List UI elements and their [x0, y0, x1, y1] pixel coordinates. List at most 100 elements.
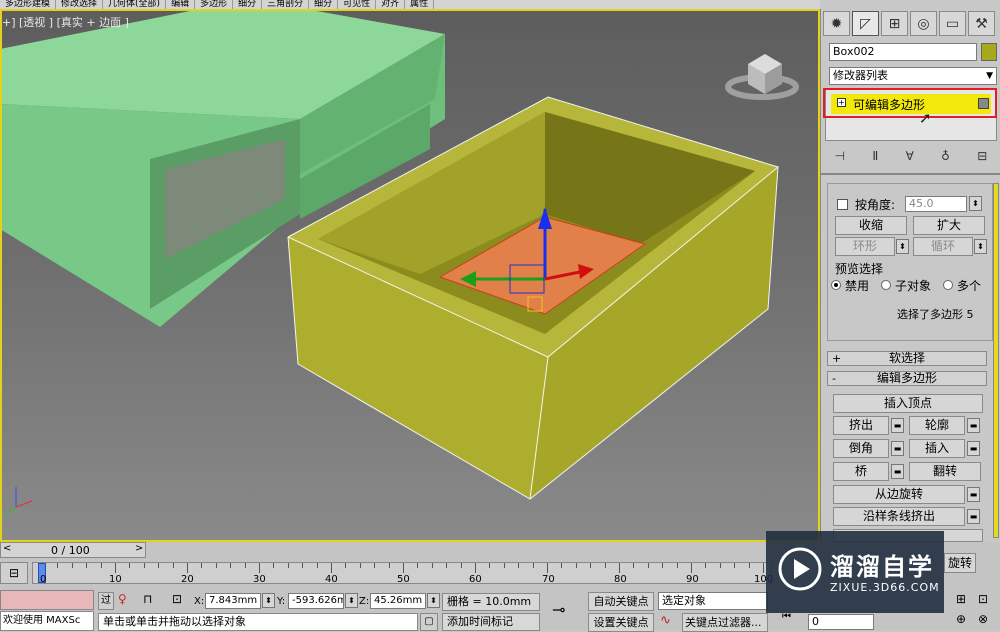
extrude-along-spline-button[interactable]: 沿样条线挤出 — [833, 507, 965, 526]
add-time-tag-button[interactable]: 添加时间标记 — [442, 613, 540, 631]
menu-item[interactable]: 多边形 — [195, 0, 234, 9]
ring-button[interactable]: 环形 — [835, 237, 895, 256]
object-name-field[interactable]: Box002 — [829, 43, 977, 61]
menu-item[interactable]: 对齐 — [376, 0, 406, 9]
z-label: Z: — [359, 596, 370, 607]
by-angle-input[interactable]: 45.0 — [905, 196, 967, 212]
bridge-button[interactable]: 桥 — [833, 462, 889, 481]
z-coordinate-field[interactable]: 45.26mm — [370, 593, 426, 609]
current-frame-field[interactable]: 0 — [808, 614, 874, 630]
motion-tab-icon[interactable]: ◎ — [910, 11, 937, 36]
timeline-tick — [259, 563, 260, 573]
ring-spinner-icon[interactable]: ⬍ — [896, 239, 909, 254]
slider-left-arrow-icon[interactable]: < — [3, 543, 11, 554]
show-end-result-icon[interactable]: Ⅱ — [872, 149, 878, 169]
menu-item[interactable]: 可见性 — [338, 0, 377, 9]
x-spinner-icon[interactable]: ⬍ — [262, 593, 275, 608]
maxscript-listener[interactable] — [0, 590, 94, 610]
menu-item[interactable]: 几何体(全部) — [103, 0, 167, 9]
set-key-button[interactable]: 设置关键点 — [588, 613, 654, 632]
inset-button[interactable]: 插入 — [909, 439, 965, 458]
hinge-settings-icon[interactable]: ▬ — [967, 487, 980, 502]
menu-item[interactable]: 三角剖分 — [262, 0, 310, 9]
create-tab-icon[interactable]: ✹ — [823, 11, 850, 36]
bevel-settings-icon[interactable]: ▬ — [891, 441, 904, 456]
outline-settings-icon[interactable]: ▬ — [967, 418, 980, 433]
extrude-settings-icon[interactable]: ▬ — [891, 418, 904, 433]
menu-item[interactable]: 细分 — [233, 0, 263, 9]
inset-settings-icon[interactable]: ▬ — [967, 441, 980, 456]
timeline-tick — [403, 563, 404, 573]
orbit-icon[interactable]: ⊗ — [978, 612, 988, 626]
time-slider[interactable]: < 0 / 100 > — [0, 542, 146, 558]
track-bar-icon[interactable]: ⊟ — [0, 562, 28, 584]
preview-multi-radio[interactable] — [943, 280, 953, 290]
menu-item[interactable]: 编辑 — [166, 0, 196, 9]
extrude-spline-settings-icon[interactable]: ▬ — [967, 509, 980, 524]
key-filters-button[interactable]: 关键点过滤器... — [682, 613, 768, 632]
zoom-extents-icon[interactable]: ⊞ — [956, 592, 966, 606]
spinner-icon[interactable]: ⬍ — [969, 196, 982, 211]
timeline-tick — [446, 563, 448, 568]
timeline-tick — [691, 563, 692, 573]
extrude-button[interactable]: 挤出 — [833, 416, 889, 435]
menu-item[interactable]: 细分 — [309, 0, 339, 9]
display-tab-icon[interactable]: ▭ — [939, 11, 966, 36]
bevel-button[interactable]: 倒角 — [833, 439, 889, 458]
menu-item[interactable]: 属性 — [405, 0, 435, 9]
auto-key-button[interactable]: 自动关键点 — [588, 592, 654, 611]
object-color-swatch[interactable] — [981, 43, 997, 61]
grow-button[interactable]: 扩大 — [913, 216, 985, 235]
make-unique-icon[interactable]: ∀ — [906, 149, 914, 169]
key-filter-icon[interactable]: ∿ — [660, 613, 671, 628]
preview-subobject-label: 子对象 — [895, 279, 932, 293]
goto-start-icon[interactable]: ⏮ — [782, 611, 796, 629]
timeline-tick — [158, 563, 160, 568]
absolute-mode-icon[interactable]: ⊡ — [172, 592, 182, 606]
zoom-all-icon[interactable]: ⊡ — [978, 592, 988, 606]
soft-selection-label: 软选择 — [888, 351, 925, 365]
timeline-tick — [359, 563, 361, 568]
shrink-button[interactable]: 收缩 — [835, 216, 907, 235]
modify-tab-icon[interactable]: ◸ — [852, 11, 879, 36]
slider-right-arrow-icon[interactable]: > — [135, 543, 143, 554]
soft-selection-rollout-header[interactable]: + 软选择 — [827, 351, 987, 366]
isolate-icon[interactable]: ♀ — [118, 592, 127, 606]
prompt-line: 单击或单击并拖动以选择对象 — [98, 613, 418, 631]
y-coordinate-field[interactable]: -593.626m — [288, 593, 344, 609]
menu-item[interactable]: 修改选择 — [56, 0, 104, 9]
z-spinner-icon[interactable]: ⬍ — [427, 593, 440, 608]
by-angle-checkbox[interactable] — [837, 199, 848, 210]
lock-icon[interactable]: ⊓ — [143, 592, 152, 606]
add-tag-icon[interactable]: ▢ — [420, 613, 438, 631]
flip-button[interactable]: 翻转 — [909, 462, 981, 481]
panel-scrollbar[interactable] — [993, 183, 999, 538]
menu-item[interactable]: 多边形建模 — [0, 0, 57, 9]
bridge-settings-icon[interactable]: ▬ — [891, 464, 904, 479]
insert-vertex-button[interactable]: 插入顶点 — [833, 394, 983, 413]
preview-subobject-radio[interactable] — [881, 280, 891, 290]
timeline-tick — [734, 563, 736, 568]
loop-spinner-icon[interactable]: ⬍ — [974, 239, 987, 254]
key-selection-dropdown[interactable]: 选定对象 — [658, 592, 768, 610]
hinge-from-edge-button[interactable]: 从边旋转 — [833, 485, 965, 504]
utilities-tab-icon[interactable]: ⚒ — [968, 11, 995, 36]
outline-button[interactable]: 轮廓 — [909, 416, 965, 435]
timeline-tick — [532, 563, 534, 568]
hierarchy-tab-icon[interactable]: ⊞ — [881, 11, 908, 36]
configure-sets-icon[interactable]: ⊟ — [977, 149, 987, 169]
remove-modifier-icon[interactable]: ♁ — [941, 149, 950, 169]
x-coordinate-field[interactable]: 7.843mm — [205, 593, 261, 609]
rotate-button-partial[interactable]: 旋转 — [944, 553, 976, 573]
perspective-viewport[interactable]: +] [透视 ] [真实 + 边面 ] — [0, 9, 820, 542]
pin-stack-icon[interactable]: ⊣ — [835, 149, 845, 169]
modifier-list-dropdown[interactable]: 修改器列表 ▼ — [829, 67, 997, 85]
timeline-tick — [662, 563, 664, 568]
edit-polygons-rollout-header[interactable]: - 编辑多边形 — [827, 371, 987, 386]
selection-lock-toggle[interactable]: 过 — [98, 592, 114, 610]
key-icon[interactable]: ⊸ — [552, 600, 565, 619]
pan-icon[interactable]: ⊕ — [956, 612, 966, 626]
preview-off-radio[interactable] — [831, 280, 841, 290]
y-spinner-icon[interactable]: ⬍ — [345, 593, 358, 608]
loop-button[interactable]: 循环 — [913, 237, 973, 256]
